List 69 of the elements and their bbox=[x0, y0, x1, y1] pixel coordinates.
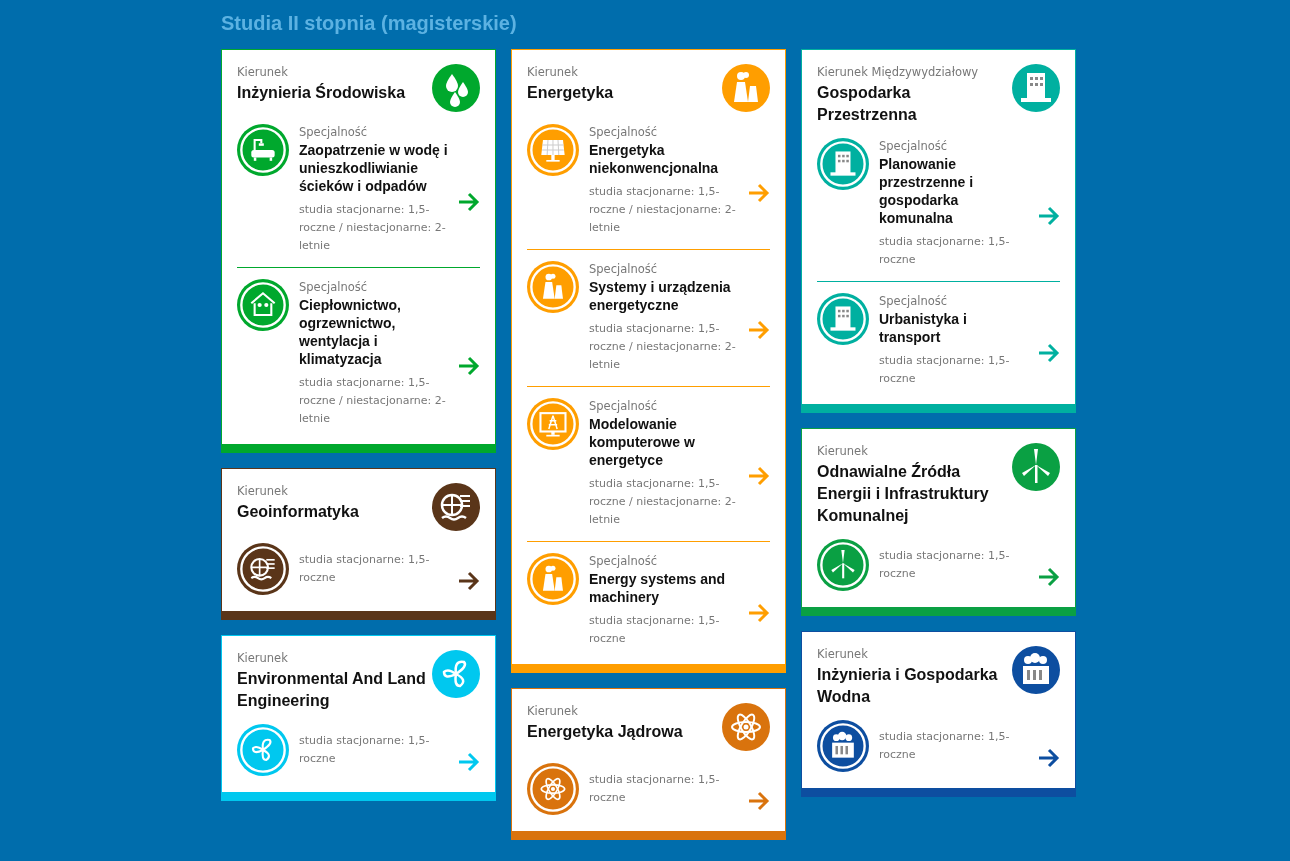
program-title[interactable]: Environmental And Land Engineering bbox=[237, 668, 426, 712]
buildings-icon bbox=[817, 138, 869, 190]
globe-icon bbox=[432, 483, 480, 531]
card-label: Kierunek bbox=[237, 650, 288, 666]
study-mode-text: studia stacjonarne: 1,5-roczne bbox=[589, 613, 721, 647]
card-label: Kierunek bbox=[527, 64, 578, 80]
bathtub-icon bbox=[237, 124, 289, 176]
wind-turbine-icon bbox=[1012, 443, 1060, 491]
fan-icon bbox=[432, 650, 480, 698]
card-label: Kierunek Międzywydziałowy bbox=[817, 64, 979, 80]
study-mode-text: studia stacjonarne: 1,5-roczne bbox=[589, 772, 721, 806]
card-label: Kierunek bbox=[237, 64, 288, 80]
arrow-icon[interactable] bbox=[1038, 747, 1060, 769]
specialization-label: Specjalność bbox=[589, 261, 658, 277]
specialization-name[interactable]: Planowanie przestrzenne i gospodarka komunalna bbox=[879, 155, 1028, 227]
specialization-name[interactable]: Energetyka niekonwencjonalna bbox=[589, 141, 738, 177]
card-label: Kierunek bbox=[237, 483, 288, 499]
specialization-label: Specjalność bbox=[879, 293, 948, 309]
card-label: Kierunek bbox=[527, 703, 578, 719]
fan-icon bbox=[237, 724, 289, 776]
house-icon bbox=[237, 279, 289, 331]
specialization-label: Specjalność bbox=[589, 398, 658, 414]
specialization-label: Specjalność bbox=[589, 553, 658, 569]
specialization-label: Specjalność bbox=[299, 279, 368, 295]
program-title[interactable]: Inżynieria i Gospodarka Wodna bbox=[817, 664, 1006, 708]
program-title[interactable]: Energetyka bbox=[527, 82, 614, 104]
arrow-icon[interactable] bbox=[458, 570, 480, 592]
study-mode-text: studia stacjonarne: 1,5-roczne / niestacjonarne: 2-letnie bbox=[589, 184, 737, 236]
specialization-name[interactable]: Urbanistyka i transport bbox=[879, 310, 1028, 346]
power-plant-icon bbox=[722, 64, 770, 112]
buildings-icon bbox=[1012, 64, 1060, 112]
study-mode-text: studia stacjonarne: 1,5-roczne bbox=[879, 353, 1011, 387]
power-plant-icon bbox=[527, 261, 579, 313]
wind-turbine-icon bbox=[817, 539, 869, 591]
specialization-label: Specjalność bbox=[589, 124, 658, 140]
study-mode-text: studia stacjonarne: 1,5-roczne / niestacjonarne: 2-letnie bbox=[589, 476, 737, 528]
monitor-pylon-icon bbox=[527, 398, 579, 450]
card-label: Kierunek bbox=[817, 443, 868, 459]
study-mode-text: studia stacjonarne: 1,5-roczne bbox=[879, 234, 1011, 268]
card-label: Kierunek bbox=[817, 646, 868, 662]
study-mode-text: studia stacjonarne: 1,5-roczne / niestacjonarne: 2-letnie bbox=[589, 321, 737, 373]
program-title[interactable]: Odnawialne Źródła Energii i Infrastruktury Komunalnej bbox=[817, 461, 1006, 527]
globe-icon bbox=[237, 543, 289, 595]
specialization-name[interactable]: Modelowanie komputerowe w energetyce bbox=[589, 415, 738, 469]
atom-icon bbox=[722, 703, 770, 751]
power-plant-icon bbox=[527, 553, 579, 605]
program-title[interactable]: Gospodarka Przestrzenna bbox=[817, 82, 1006, 126]
specialization-name[interactable]: Energy systems and machinery bbox=[589, 570, 738, 606]
specialization-name[interactable]: Ciepłownictwo, ogrzewnictwo, wentylacja i klimatyzacja bbox=[299, 296, 448, 368]
program-title[interactable]: Inżynieria Środowiska bbox=[237, 82, 406, 104]
factory-icon bbox=[817, 720, 869, 772]
solar-panel-icon bbox=[527, 124, 579, 176]
study-mode-text: studia stacjonarne: 1,5-roczne bbox=[879, 729, 1011, 763]
water-drops-icon bbox=[432, 64, 480, 112]
program-title[interactable]: Geoinformatyka bbox=[237, 501, 359, 523]
factory-icon bbox=[1012, 646, 1060, 694]
study-mode-text: studia stacjonarne: 1,5-roczne / niestacjonarne: 2-letnie bbox=[299, 375, 447, 427]
study-mode-text: studia stacjonarne: 1,5-roczne / niestacjonarne: 2-letnie bbox=[299, 202, 447, 254]
study-mode-text: studia stacjonarne: 1,5-roczne bbox=[299, 733, 431, 767]
atom-icon bbox=[527, 763, 579, 815]
specialization-label: Specjalność bbox=[299, 124, 368, 140]
specialization-name[interactable]: Zaopatrzenie w wodę i unieszkodliwianie ścieków i odpadów bbox=[299, 141, 448, 195]
study-mode-text: studia stacjonarne: 1,5-roczne bbox=[299, 552, 431, 586]
specialization-label: Specjalność bbox=[879, 138, 948, 154]
page-title: Studia II stopnia (magisterskie) bbox=[221, 11, 517, 35]
buildings-icon bbox=[817, 293, 869, 345]
study-mode-text: studia stacjonarne: 1,5-roczne bbox=[879, 548, 1011, 582]
program-title[interactable]: Energetyka Jądrowa bbox=[527, 721, 683, 743]
specialization-name[interactable]: Systemy i urządzenia energetyczne bbox=[589, 278, 738, 314]
